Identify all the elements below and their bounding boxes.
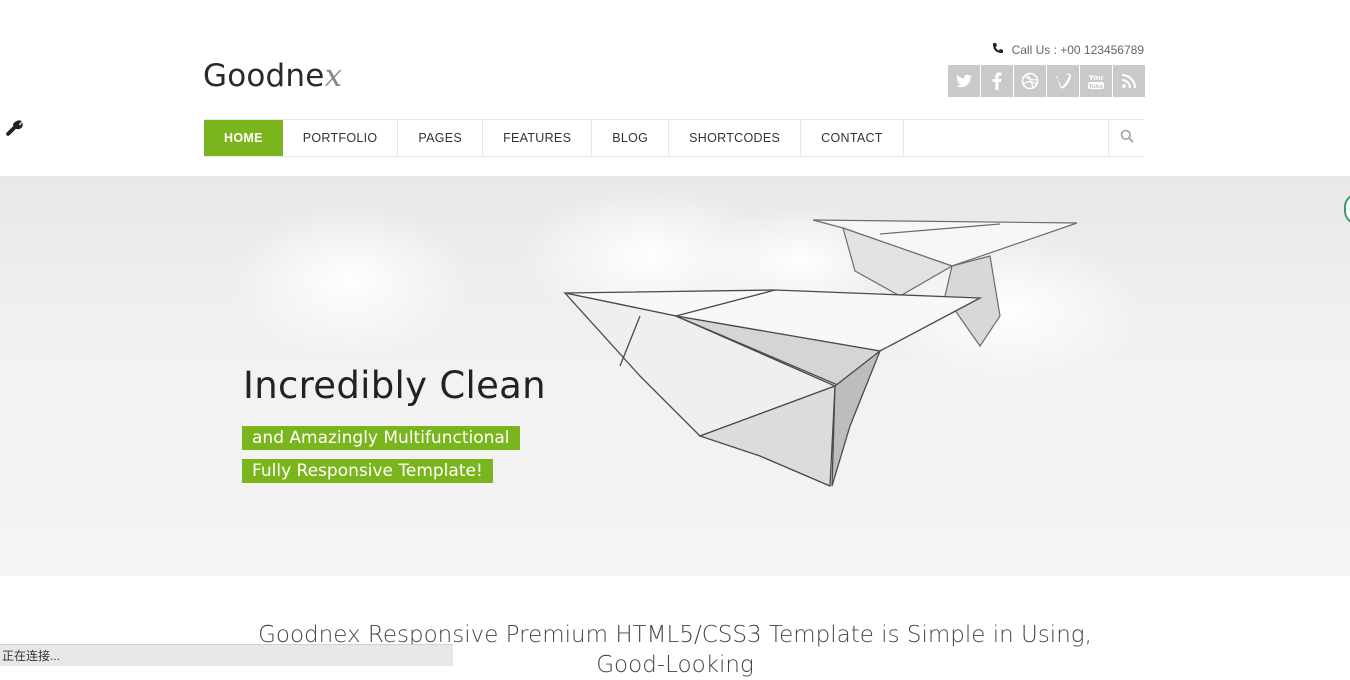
nav-item-features[interactable]: FEATURES <box>483 120 593 156</box>
logo-text: Goodne <box>203 58 325 94</box>
search-icon <box>1120 129 1134 148</box>
hero-tag-line-2: Fully Responsive Template! <box>242 459 493 483</box>
wrench-icon <box>5 119 23 142</box>
hero-title: Incredibly Clean <box>243 364 546 407</box>
twitter-icon[interactable] <box>948 65 980 97</box>
svg-text:You: You <box>1088 74 1103 82</box>
site-logo[interactable]: Goodnex <box>203 58 342 94</box>
social-links: You Tube <box>948 65 1145 97</box>
dribbble-icon[interactable] <box>1014 65 1046 97</box>
call-text: Call Us : +00 123456789 <box>1011 42 1144 57</box>
call-us: Call Us : +00 123456789 <box>992 42 1144 57</box>
main-nav: HOME PORTFOLIO PAGES FEATURES BLOG SHORT… <box>204 119 1144 157</box>
logo-swash: x <box>324 58 343 94</box>
hero-tag-line-1: and Amazingly Multifunctional <box>242 426 520 450</box>
phone-icon <box>992 42 1004 57</box>
nav-item-home[interactable]: HOME <box>204 120 283 156</box>
hero-slider: Incredibly Clean and Amazingly Multifunc… <box>0 176 1350 576</box>
nav-item-pages[interactable]: PAGES <box>398 120 484 156</box>
nav-item-contact[interactable]: CONTACT <box>801 120 904 156</box>
nav-item-portfolio[interactable]: PORTFOLIO <box>283 120 399 156</box>
rss-icon[interactable] <box>1113 65 1145 97</box>
search-button[interactable] <box>1108 120 1144 156</box>
youtube-icon[interactable]: You Tube <box>1080 65 1112 97</box>
paper-plane-large <box>563 289 983 487</box>
facebook-icon[interactable] <box>981 65 1013 97</box>
svg-text:Tube: Tube <box>1089 84 1104 90</box>
style-switcher-toggle[interactable] <box>0 116 28 144</box>
nav-item-blog[interactable]: BLOG <box>592 120 670 156</box>
site-header: Goodnex Call Us : +00 123456789 You Tube … <box>0 0 1350 176</box>
browser-status-bar: 正在连接... <box>0 644 453 666</box>
vimeo-icon[interactable] <box>1047 65 1079 97</box>
paper-planes-illustration <box>563 219 1078 487</box>
nav-item-shortcodes[interactable]: SHORTCODES <box>669 120 802 156</box>
